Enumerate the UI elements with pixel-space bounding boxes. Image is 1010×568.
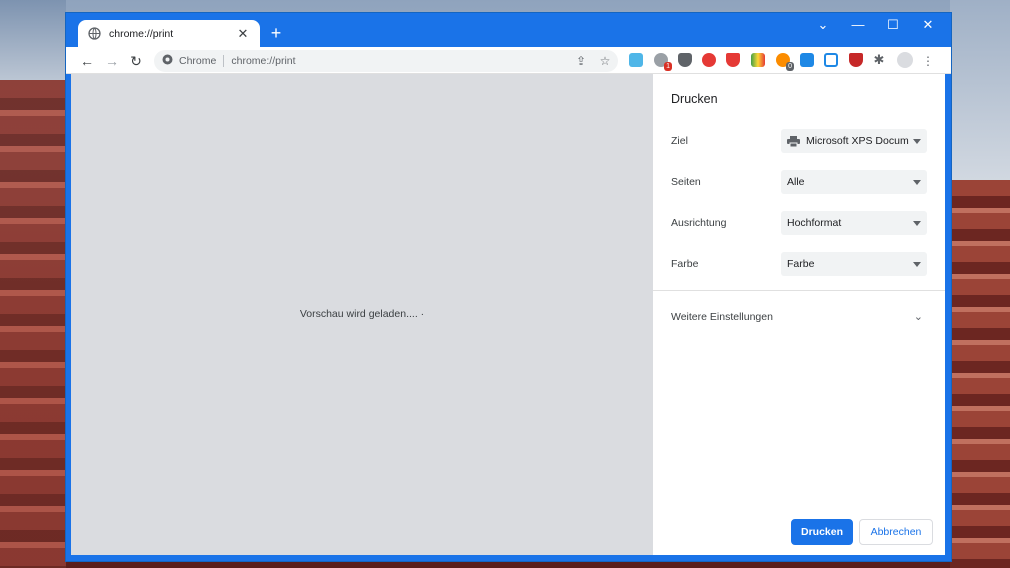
browser-window: chrome://print ✕ + ⌄ — ☐ ✕ ← → ↻ Chrome … [66,13,951,561]
background-sky-left [0,0,66,90]
brave-ext-icon[interactable] [726,53,740,67]
orientation-row: Ausrichtung Hochformat [671,211,927,235]
destination-value: Microsoft XPS Docum [806,135,909,147]
color-row: Farbe Farbe [671,252,927,276]
menu-dots-icon[interactable]: ⋮ [919,52,937,70]
background-building-left [0,80,66,568]
tab-search-button[interactable]: ⌄ [806,13,840,37]
background-building-right [950,180,1010,568]
chevron-down-icon [913,221,921,226]
pages-select[interactable]: Alle [781,170,927,194]
more-settings-toggle[interactable]: Weitere Einstellungen ⌄ [671,311,927,323]
new-tab-button[interactable]: + [266,23,286,43]
share-icon[interactable]: ⇪ [572,52,590,70]
print-settings-panel: Drucken Ziel Microsoft XPS Docum Seiten … [653,74,945,555]
orange-ext-badge: 0 [786,62,794,71]
destination-label: Ziel [671,135,688,147]
site-chip: Chrome [179,55,217,67]
puzzle-icon[interactable]: ✱ [870,51,888,69]
cancel-button[interactable]: Abbrechen [859,519,933,545]
orange-ext-icon[interactable]: 0 [776,53,794,71]
destination-row: Ziel Microsoft XPS Docum [671,129,927,153]
address-bar[interactable]: Chrome chrome://print [154,50,618,72]
shield-ext-icon[interactable] [678,53,692,67]
orientation-label: Ausrichtung [671,217,727,229]
chevron-down-icon [913,139,921,144]
back-button[interactable]: ← [77,51,97,71]
notifier-ext-icon[interactable]: 1 [654,53,672,71]
orientation-value: Hochformat [787,217,842,229]
forward-button[interactable]: → [102,51,122,71]
avatar[interactable] [897,52,913,68]
title-bar: chrome://print ✕ + ⌄ — ☐ ✕ [66,13,951,47]
panel-divider [653,290,945,291]
calendar-ext-icon[interactable] [824,53,838,67]
tab-close-icon[interactable]: ✕ [236,26,250,42]
image-ext-icon[interactable] [629,53,643,67]
pages-value: Alle [787,176,805,188]
minimize-button[interactable]: — [841,13,875,37]
close-window-button[interactable]: ✕ [911,13,945,37]
panel-title: Drucken [671,92,718,106]
globe-icon [88,27,101,40]
browser-toolbar: ← → ↻ Chrome chrome://print ⇪ ☆ 1 0 ✱ ⋮ [66,47,951,74]
pages-label: Seiten [671,176,701,188]
omnibox-separator [223,55,225,67]
printer-icon [787,135,800,147]
maximize-button[interactable]: ☐ [876,13,910,37]
color-label: Farbe [671,258,699,270]
reload-button[interactable]: ↻ [126,51,146,71]
colorful-ext-icon[interactable] [751,53,765,67]
chevron-down-icon [913,180,921,185]
pages-row: Seiten Alle [671,170,927,194]
destination-select[interactable]: Microsoft XPS Docum [781,129,927,153]
tab-title: chrome://print [109,27,174,40]
preview-loading-text: Vorschau wird geladen.... · [299,308,425,320]
s-ext-icon[interactable] [800,53,814,67]
print-button[interactable]: Drucken [791,519,853,545]
orientation-select[interactable]: Hochformat [781,211,927,235]
url-text: chrome://print [231,55,296,67]
print-preview-area: Vorschau wird geladen.... · [71,74,653,555]
chevron-down-icon: ⌄ [913,311,923,323]
color-value: Farbe [787,258,815,270]
tab-print[interactable]: chrome://print ✕ [78,20,260,47]
bookmark-star-icon[interactable]: ☆ [596,52,614,70]
chrome-logo-icon [162,54,173,68]
mcafee-ext-icon[interactable] [849,53,863,67]
notifier-badge: 1 [664,62,672,71]
chevron-down-icon [913,262,921,267]
adblock-ext-icon[interactable] [702,53,716,67]
more-settings-label: Weitere Einstellungen [671,311,773,323]
background-sky-right [950,0,1010,190]
color-select[interactable]: Farbe [781,252,927,276]
